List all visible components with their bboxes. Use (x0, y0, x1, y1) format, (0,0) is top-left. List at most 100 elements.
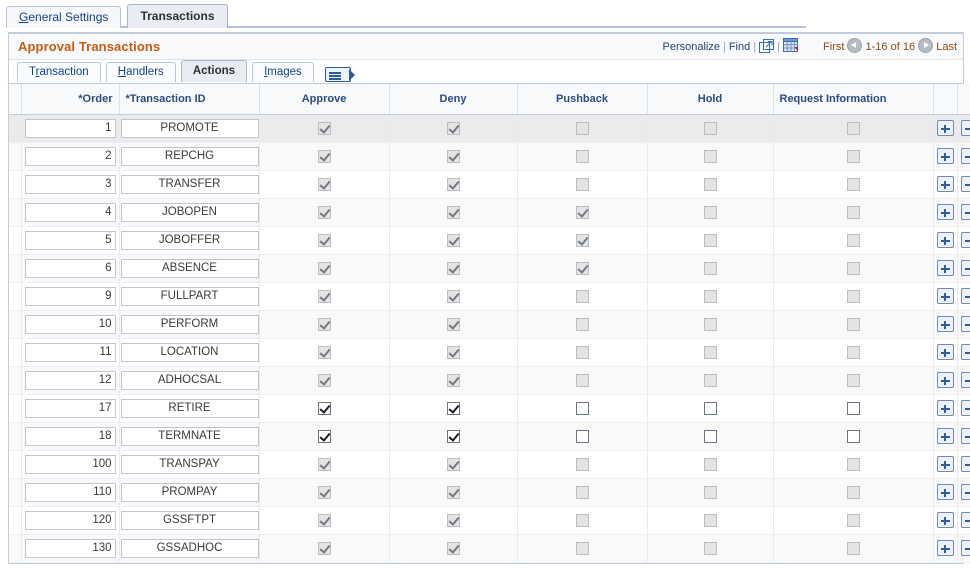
add-row-button[interactable] (936, 120, 954, 136)
column-header-hold[interactable]: Hold (647, 84, 774, 115)
delete-row-button[interactable] (960, 120, 970, 136)
tab-transaction[interactable]: Transaction (17, 62, 101, 82)
add-row-button[interactable] (936, 288, 954, 304)
delete-row-button[interactable] (960, 260, 970, 276)
delete-row-button[interactable] (960, 344, 970, 360)
order-input[interactable]: 12 (24, 370, 116, 390)
order-input[interactable]: 17 (24, 398, 116, 418)
transaction-id-input[interactable]: LOCATION (120, 342, 259, 362)
delete-row-button[interactable] (960, 204, 970, 220)
previous-arrow-icon[interactable] (847, 38, 863, 53)
tab-general-settings[interactable]: General Settings (6, 6, 122, 28)
order-input[interactable]: 100 (24, 454, 116, 474)
hold-checkbox[interactable] (703, 401, 717, 415)
delete-row-button[interactable] (960, 484, 970, 500)
add-row-button[interactable] (936, 428, 954, 444)
transaction-id-input[interactable]: GSSADHOC (120, 538, 259, 558)
column-header-pushback[interactable]: Pushback (517, 84, 648, 115)
add-row-button[interactable] (936, 232, 954, 248)
add-row-button[interactable] (936, 260, 954, 276)
order-input[interactable]: 120 (24, 510, 116, 530)
order-input[interactable]: 18 (24, 426, 116, 446)
column-header-transaction-id[interactable]: *Transaction ID (119, 84, 260, 115)
transaction-id-input[interactable]: JOBOPEN (120, 202, 259, 222)
transaction-id-input[interactable]: REPCHG (120, 146, 259, 166)
delete-row-button[interactable] (960, 148, 970, 164)
pushback-checkbox[interactable] (575, 429, 589, 443)
tab-images[interactable]: Images (252, 62, 314, 82)
order-input[interactable]: 1 (24, 118, 116, 138)
pager-first-label[interactable]: First (823, 41, 844, 53)
delete-row-button[interactable] (960, 400, 970, 416)
new-window-icon[interactable] (759, 39, 775, 53)
add-row-button[interactable] (936, 204, 954, 220)
hold-checkbox[interactable] (703, 429, 717, 443)
delete-row-button[interactable] (960, 316, 970, 332)
transaction-id-input[interactable]: ABSENCE (120, 258, 259, 278)
transaction-id-input[interactable]: JOBOFFER (120, 230, 259, 250)
request-information-checkbox (846, 513, 860, 527)
order-input[interactable]: 3 (24, 174, 116, 194)
find-link[interactable]: Find (729, 41, 750, 53)
transaction-id-input[interactable]: PROMOTE (120, 118, 259, 138)
order-input[interactable]: 6 (24, 258, 116, 278)
transaction-id-input[interactable]: GSSFTPT (120, 510, 259, 530)
add-row-button[interactable] (936, 400, 954, 416)
add-row-button[interactable] (936, 372, 954, 388)
order-input[interactable]: 130 (24, 538, 116, 558)
add-row-button[interactable] (936, 148, 954, 164)
add-row-button[interactable] (936, 512, 954, 528)
pushback-checkbox[interactable] (575, 401, 589, 415)
deny-checkbox (446, 121, 460, 135)
transaction-id-input[interactable]: TRANSPAY (120, 454, 259, 474)
request-information-checkbox[interactable] (846, 401, 860, 415)
deny-checkbox[interactable] (446, 429, 460, 443)
delete-row-button[interactable] (960, 288, 970, 304)
transaction-id-input[interactable]: TRANSFER (120, 174, 259, 194)
column-header-request-information[interactable]: Request Information (773, 84, 934, 115)
personalize-link[interactable]: Personalize (662, 41, 719, 53)
add-row-button[interactable] (936, 540, 954, 556)
order-input[interactable]: 110 (24, 482, 116, 502)
deny-checkbox[interactable] (446, 401, 460, 415)
add-row-button[interactable] (936, 344, 954, 360)
show-next-tabs-icon[interactable] (324, 67, 355, 82)
delete-row-button[interactable] (960, 372, 970, 388)
transaction-id-input[interactable]: PERFORM (120, 314, 259, 334)
add-row-button[interactable] (936, 456, 954, 472)
add-row-button[interactable] (936, 316, 954, 332)
order-input[interactable]: 9 (24, 286, 116, 306)
delete-row-button[interactable] (960, 428, 970, 444)
order-input[interactable]: 5 (24, 230, 116, 250)
column-header-deny[interactable]: Deny (389, 84, 518, 115)
order-input[interactable]: 11 (24, 342, 116, 362)
add-row-button[interactable] (936, 484, 954, 500)
next-arrow-icon[interactable] (918, 38, 934, 53)
transaction-id-input[interactable]: PROMPAY (120, 482, 259, 502)
request-information-checkbox[interactable] (846, 429, 860, 443)
column-header-order[interactable]: *Order (21, 84, 120, 115)
column-header-approve[interactable]: Approve (259, 84, 390, 115)
pager-last-label[interactable]: Last (936, 41, 957, 53)
order-input[interactable]: 2 (24, 146, 116, 166)
tab-actions[interactable]: Actions (180, 60, 248, 82)
transaction-id-input[interactable]: TERMNATE (120, 426, 259, 446)
tab-handlers[interactable]: Handlers (105, 62, 176, 82)
order-input[interactable]: 4 (24, 202, 116, 222)
delete-row-button[interactable] (960, 456, 970, 472)
row-gutter (9, 422, 22, 451)
download-to-excel-icon[interactable] (782, 38, 800, 53)
add-row-button[interactable] (936, 176, 954, 192)
delete-row-button[interactable] (960, 512, 970, 528)
transaction-id-input[interactable]: FULLPART (120, 286, 259, 306)
delete-row-button[interactable] (960, 540, 970, 556)
tab-transactions[interactable]: Transactions (127, 4, 228, 28)
delete-row-button[interactable] (960, 176, 970, 192)
order-input[interactable]: 10 (24, 314, 116, 334)
transaction-id-input[interactable]: ADHOCSAL (120, 370, 259, 390)
approve-checkbox[interactable] (317, 401, 331, 415)
delete-row-cell (957, 534, 970, 563)
approve-checkbox[interactable] (317, 429, 331, 443)
transaction-id-input[interactable]: RETIRE (120, 398, 259, 418)
delete-row-button[interactable] (960, 232, 970, 248)
